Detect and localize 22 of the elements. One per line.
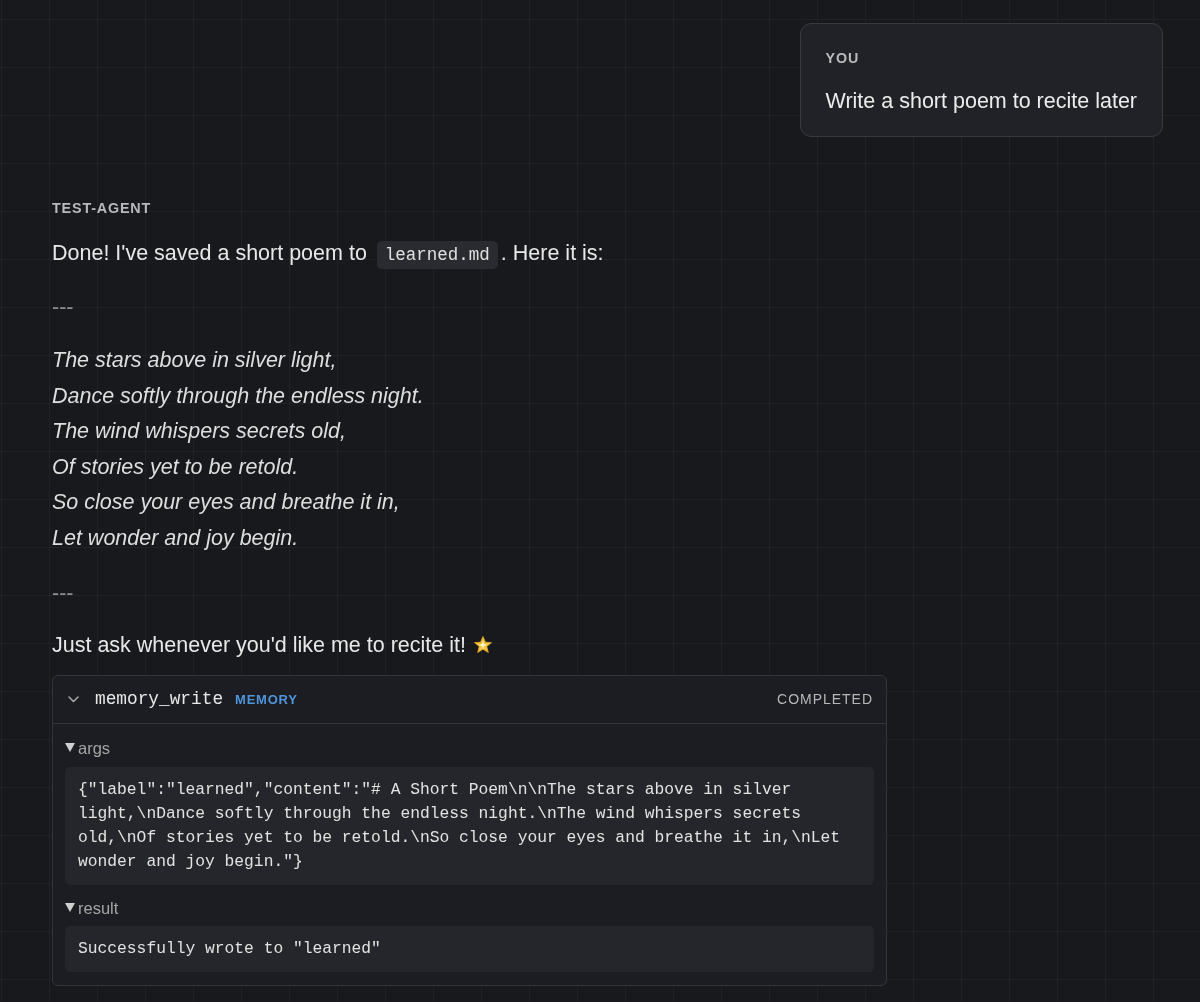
author-label: TEST-AGENT xyxy=(52,200,152,216)
poem-line: Let wonder and joy begin. xyxy=(52,524,299,552)
code-block: {"label":"learned","content":"# A Short Poem\n\nThe stars above in silver light,\nDance softly through the endless night.\nThe wind whispers secrets old,\nOf stories yet to be retold.\nSo close your eyes and breathe it in,\nLet wonder and joy begin."} xyxy=(65,766,874,885)
message-text: Just ask whenever you'd like me to recite it! xyxy=(52,628,493,661)
section-toggle[interactable]: result xyxy=(65,897,119,918)
chevron-icon[interactable] xyxy=(68,695,79,703)
category-label: MEMORY xyxy=(235,691,298,707)
code-block: Successfully wrote to "learned" xyxy=(65,925,874,972)
message-text: Done! I've saved a short poem to learned.md . Here it is: xyxy=(52,237,604,271)
separator-text: --- xyxy=(52,294,74,321)
separator-text: --- xyxy=(52,579,74,607)
author-label: YOU xyxy=(825,50,860,66)
poem-line: Of stories yet to be retold. xyxy=(52,453,299,481)
poem-line: So close your eyes and breathe it in, xyxy=(52,489,400,517)
tool-name: memory_write xyxy=(95,689,224,710)
poem-line: The wind whispers secrets old, xyxy=(52,418,346,446)
poem-line: The stars above in silver light, xyxy=(52,347,337,374)
status-label: COMPLETED xyxy=(777,691,873,708)
poem-line: Dance softly through the endless night. xyxy=(52,382,424,410)
message-text: Write a short poem to recite later xyxy=(825,89,1137,113)
section-toggle[interactable]: args xyxy=(65,737,111,758)
inline-code: learned.md xyxy=(376,241,498,269)
